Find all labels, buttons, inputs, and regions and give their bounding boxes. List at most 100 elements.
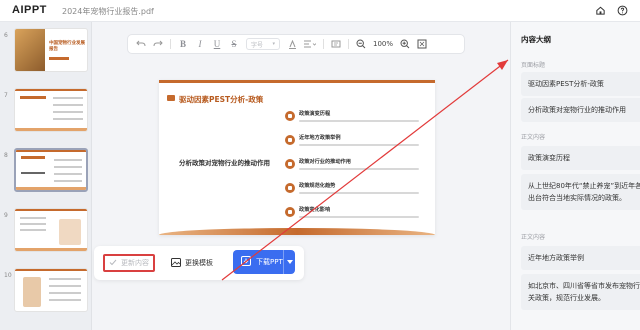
slide-accent-bar <box>159 80 435 83</box>
thumbnail-accent <box>16 187 86 190</box>
font-size-placeholder: 字号 <box>251 41 264 49</box>
top-bar: AIPPT 2024年宠物行业报告.pdf <box>0 0 640 22</box>
update-content-button[interactable]: 更新内容 <box>103 254 155 272</box>
slide-point[interactable]: 政策规范化趋势 <box>285 182 425 206</box>
help-circle-icon[interactable] <box>616 4 628 16</box>
thumbnail-preview <box>14 208 88 252</box>
download-ppt-label: 下载PPT <box>256 258 283 266</box>
update-content-label: 更新内容 <box>121 259 149 267</box>
slide-point[interactable]: 政策对行业的推动作用 <box>285 158 425 182</box>
fit-screen-icon[interactable] <box>417 38 427 50</box>
text-color-icon[interactable] <box>287 38 297 50</box>
section-label: 正文内容 <box>521 234 546 241</box>
slide-title[interactable]: 驱动因素PEST分析-政策 <box>179 94 263 105</box>
slide-point[interactable]: 近年地方政策举例 <box>285 134 425 158</box>
slide-thumbnail[interactable]: 10 <box>4 268 88 318</box>
check-icon <box>109 259 117 268</box>
strikethrough-button[interactable]: S <box>229 38 239 50</box>
slide-thumbnail[interactable]: 7 <box>4 88 88 138</box>
chevron-down-icon[interactable] <box>283 250 295 274</box>
align-icon[interactable] <box>304 38 316 50</box>
slide-number: 10 <box>4 272 12 279</box>
thumbnail-preview <box>14 148 88 192</box>
slide-thumbnail-panel: 6 中国宠物行业发展报告 7 8 9 10 <box>0 22 92 330</box>
replace-template-label: 更换模板 <box>185 259 213 267</box>
slide-thumbnail[interactable]: 6 中国宠物行业发展报告 <box>4 28 88 78</box>
thumbnail-accent <box>15 128 87 131</box>
image-icon <box>171 257 181 269</box>
font-size-select[interactable]: 字号 ▾ <box>246 38 280 50</box>
comment-icon[interactable] <box>331 38 341 50</box>
thumbnail-lines <box>49 278 81 280</box>
thumbnail-preview: 中国宠物行业发展报告 <box>14 28 88 72</box>
toolbar-divider <box>323 39 324 49</box>
slide-point-heading: 政策对行业的推动作用 <box>299 159 351 165</box>
thumbnail-preview <box>14 88 88 132</box>
chevron-down-icon: ▾ <box>272 41 275 47</box>
slide-point[interactable]: 政策变化影响 <box>285 206 425 230</box>
thumbnail-accent <box>15 89 87 91</box>
format-toolbar: B I U S 字号 ▾ 100% <box>127 34 465 54</box>
slide-point-text <box>299 216 419 218</box>
slide-thumbnail[interactable]: 8 <box>4 148 88 198</box>
action-bar: 更新内容 更换模板 下载PPT <box>94 246 304 280</box>
thumbnail-accent <box>16 150 86 152</box>
thumbnail-preview <box>14 268 88 312</box>
thumbnail-lines <box>53 97 83 99</box>
slide-point-heading: 政策规范化趋势 <box>299 183 336 189</box>
slide-point-list: 政策演变历程 近年地方政策举例 政策对行业的推动作用 政策规范化趋势 政策变化影 <box>285 110 425 230</box>
slide-point-text <box>299 144 419 146</box>
slide-point-text <box>299 120 419 122</box>
current-slide[interactable]: 驱动因素PEST分析-政策 分析政策对宠物行业的推动作用 政策演变历程 近年地方… <box>159 80 435 235</box>
thumbnail-accent <box>49 57 69 60</box>
document-title: 2024年宠物行业报告.pdf <box>62 7 154 16</box>
outline-title: 内容大纲 <box>521 35 551 44</box>
home-icon[interactable] <box>594 4 606 16</box>
bullet-icon <box>285 159 295 169</box>
thumbnail-accent <box>21 156 45 159</box>
outline-card[interactable]: 分析政策对宠物行业的推动作用 <box>521 98 640 122</box>
bullet-icon <box>285 111 295 121</box>
bullet-icon <box>285 183 295 193</box>
thumbnail-lines <box>21 172 45 174</box>
toolbar-divider <box>348 39 349 49</box>
slide-point[interactable]: 政策演变历程 <box>285 110 425 134</box>
slide-number: 6 <box>4 32 8 39</box>
app-logo[interactable]: AIPPT <box>12 4 47 16</box>
slide-number: 9 <box>4 212 8 219</box>
bold-button[interactable]: B <box>178 38 188 50</box>
section-label: 页面标题 <box>521 62 546 69</box>
thumbnail-accent <box>20 96 46 99</box>
slide-point-text <box>299 192 419 194</box>
redo-icon[interactable] <box>153 38 163 50</box>
slide-point-heading: 政策变化影响 <box>299 207 331 213</box>
undo-icon[interactable] <box>136 38 146 50</box>
bullet-icon <box>285 135 295 145</box>
italic-button[interactable]: I <box>195 38 205 50</box>
slide-number: 8 <box>4 152 8 159</box>
thumbnail-accent <box>15 209 87 211</box>
thumbnail-lines <box>54 159 82 161</box>
bullet-icon <box>285 207 295 217</box>
zoom-in-icon[interactable] <box>400 38 410 50</box>
slide-thumbnail[interactable]: 9 <box>4 208 88 258</box>
content-outline-panel: 内容大纲 页面标题 驱动因素PEST分析-政策 分析政策对宠物行业的推动作用 正… <box>510 22 640 330</box>
slide-subheading[interactable]: 分析政策对宠物行业的推动作用 <box>179 157 270 167</box>
download-ppt-button[interactable]: 下载PPT <box>233 250 295 274</box>
thumbnail-accent <box>15 269 87 271</box>
zoom-out-icon[interactable] <box>356 38 366 50</box>
slide-point-heading: 政策演变历程 <box>299 111 331 117</box>
download-icon <box>241 256 251 268</box>
thumbnail-lines <box>20 217 46 219</box>
outline-card[interactable]: 政策演变历程 <box>521 146 640 170</box>
outline-card[interactable]: 驱动因素PEST分析-政策 <box>521 72 640 96</box>
outline-card[interactable]: 近年地方政策举例 <box>521 246 640 270</box>
replace-template-button[interactable]: 更换模板 <box>168 254 228 272</box>
underline-button[interactable]: U <box>212 38 222 50</box>
slide-footer-wave <box>159 228 435 235</box>
section-label: 正文内容 <box>521 134 546 141</box>
outline-card[interactable]: 从上世纪80年代“禁止养宠”到近年各地出台符合当地实际情况的政策。 <box>521 174 640 210</box>
outline-card[interactable]: 如北京市、四川省等省市发布宠物行业相关政策，规范行业发展。 <box>521 274 640 310</box>
slide-point-heading: 近年地方政策举例 <box>299 135 341 141</box>
thumbnail-title: 中国宠物行业发展报告 <box>49 41 85 52</box>
